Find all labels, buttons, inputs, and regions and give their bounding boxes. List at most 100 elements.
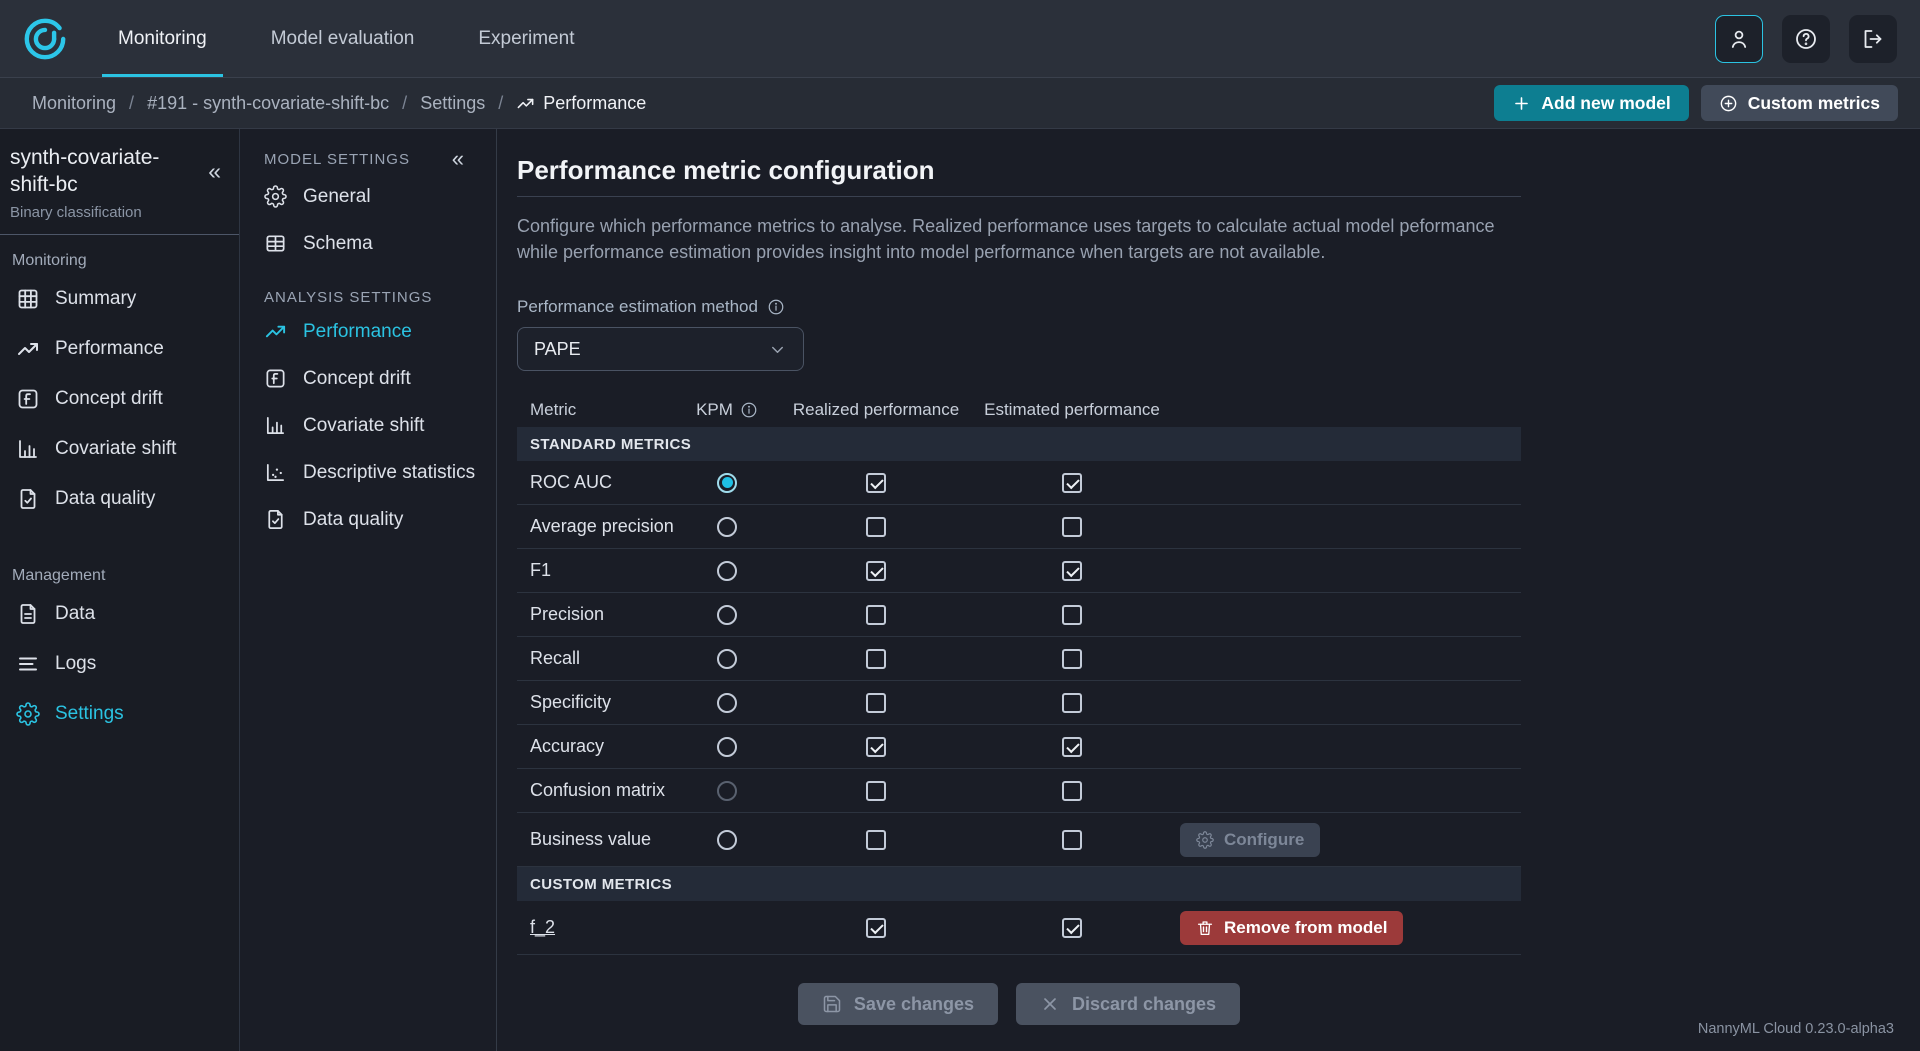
metric-row: f_2 Remove from model <box>517 901 1521 955</box>
breadcrumb-model[interactable]: #191 - synth-covariate-shift-bc <box>147 93 389 114</box>
kpm-radio[interactable] <box>717 693 737 713</box>
estimated-performance-checkbox[interactable] <box>1062 781 1082 801</box>
sidebar-item-data[interactable]: Data <box>0 589 239 639</box>
primary-tabs: Monitoring Model evaluation Experiment <box>114 0 578 77</box>
kpm-radio[interactable] <box>717 517 737 537</box>
table-section-header: CUSTOM METRICS <box>517 867 1521 901</box>
app-version: NannyML Cloud 0.23.0-alpha3 <box>1698 1021 1894 1037</box>
kpm-radio[interactable] <box>717 649 737 669</box>
user-button[interactable] <box>1715 15 1763 63</box>
realized-performance-checkbox[interactable] <box>866 737 886 757</box>
sidebar-item-logs[interactable]: Logs <box>0 639 239 689</box>
save-changes-button[interactable]: Save changes <box>798 983 998 1025</box>
discard-changes-button[interactable]: Discard changes <box>1016 983 1240 1025</box>
sidebar-item-concept-drift[interactable]: Concept drift <box>0 374 239 424</box>
realized-performance-checkbox[interactable] <box>866 561 886 581</box>
collapse-settings-sidebar-icon[interactable]: « <box>446 147 470 171</box>
estimated-performance-checkbox[interactable] <box>1062 737 1082 757</box>
metric-label: ROC AUC <box>530 472 612 492</box>
realized-performance-checkbox[interactable] <box>866 781 886 801</box>
realized-performance-checkbox[interactable] <box>866 918 886 938</box>
remove-from-model-button[interactable]: Remove from model <box>1180 911 1403 945</box>
breadcrumb-bar: Monitoring / #191 - synth-covariate-shif… <box>0 78 1920 129</box>
sidebar-item-covariate-shift[interactable]: Covariate shift <box>0 424 239 474</box>
breadcrumb-monitoring[interactable]: Monitoring <box>32 93 116 114</box>
settings-item-general[interactable]: General <box>240 173 496 220</box>
kpm-radio[interactable] <box>717 830 737 850</box>
realized-performance-checkbox[interactable] <box>866 649 886 669</box>
kpm-radio[interactable] <box>717 737 737 757</box>
circle-plus-icon <box>1719 94 1738 113</box>
user-icon <box>1727 27 1751 51</box>
estimated-performance-checkbox[interactable] <box>1062 517 1082 537</box>
metric-label[interactable]: f_2 <box>530 917 555 937</box>
sidebar-item-label: Summary <box>55 288 136 310</box>
column-realized: Realized performance <box>772 400 980 420</box>
sidebar-item-settings[interactable]: Settings <box>0 689 239 739</box>
tab-monitoring[interactable]: Monitoring <box>114 0 211 77</box>
gear-icon <box>16 702 40 726</box>
navbar-actions <box>1715 15 1897 63</box>
table-icon <box>264 232 287 255</box>
estimated-performance-checkbox[interactable] <box>1062 649 1082 669</box>
configure-button[interactable]: Configure <box>1180 823 1320 857</box>
bar-chart-icon <box>16 437 40 461</box>
tab-model-evaluation[interactable]: Model evaluation <box>267 0 419 77</box>
settings-item-performance[interactable]: Performance <box>240 308 496 355</box>
metric-label: Average precision <box>530 516 674 536</box>
estimation-method-label: Performance estimation method <box>517 297 758 317</box>
realized-performance-checkbox[interactable] <box>866 473 886 493</box>
realized-performance-checkbox[interactable] <box>866 693 886 713</box>
sidebar-item-summary[interactable]: Summary <box>0 274 239 324</box>
help-icon <box>1794 27 1818 51</box>
sidebar-item-data-quality[interactable]: Data quality <box>0 474 239 524</box>
estimated-performance-checkbox[interactable] <box>1062 693 1082 713</box>
model-sidebar: synth-covariate-shift-bc « Binary classi… <box>0 129 240 1051</box>
logout-button[interactable] <box>1849 15 1897 63</box>
estimated-performance-checkbox[interactable] <box>1062 918 1082 938</box>
estimation-method-select[interactable]: PAPE <box>517 327 804 371</box>
settings-item-schema[interactable]: Schema <box>240 220 496 267</box>
kpm-radio[interactable] <box>717 473 737 493</box>
metric-label: Confusion matrix <box>530 780 665 800</box>
page-description: Configure which performance metrics to a… <box>517 213 1517 265</box>
trash-icon <box>1196 919 1214 937</box>
settings-item-data-quality[interactable]: Data quality <box>240 496 496 543</box>
metric-label: F1 <box>530 560 551 580</box>
column-metric: Metric <box>517 400 682 420</box>
document-icon <box>16 602 40 626</box>
page-title: Performance metric configuration <box>517 155 1521 186</box>
add-new-model-button[interactable]: Add new model <box>1494 85 1688 121</box>
settings-item-covariate-shift[interactable]: Covariate shift <box>240 402 496 449</box>
settings-item-concept-drift[interactable]: Concept drift <box>240 355 496 402</box>
breadcrumb-separator: / <box>129 93 134 114</box>
estimated-performance-checkbox[interactable] <box>1062 473 1082 493</box>
realized-performance-checkbox[interactable] <box>866 605 886 625</box>
estimated-performance-checkbox[interactable] <box>1062 830 1082 850</box>
info-icon[interactable] <box>767 298 785 316</box>
info-icon[interactable] <box>740 401 758 419</box>
settings-item-descriptive-statistics[interactable]: Descriptive statistics <box>240 449 496 496</box>
document-check-icon <box>16 487 40 511</box>
sidebar-section-management: Management <box>0 550 239 589</box>
trend-icon <box>264 320 287 343</box>
collapse-model-sidebar-icon[interactable]: « <box>202 159 227 184</box>
breadcrumb-settings[interactable]: Settings <box>420 93 485 114</box>
metrics-table-header: Metric KPM Realized performance Estimate… <box>517 393 1521 427</box>
kpm-radio[interactable] <box>717 605 737 625</box>
custom-metrics-button[interactable]: Custom metrics <box>1701 85 1898 121</box>
estimated-performance-checkbox[interactable] <box>1062 605 1082 625</box>
kpm-radio[interactable] <box>717 561 737 581</box>
estimated-performance-checkbox[interactable] <box>1062 561 1082 581</box>
realized-performance-checkbox[interactable] <box>866 830 886 850</box>
tab-experiment[interactable]: Experiment <box>474 0 578 77</box>
bar-chart-icon <box>264 414 287 437</box>
realized-performance-checkbox[interactable] <box>866 517 886 537</box>
kpm-radio[interactable] <box>717 781 737 801</box>
sidebar-item-performance[interactable]: Performance <box>0 324 239 374</box>
document-check-icon <box>264 508 287 531</box>
model-name: synth-covariate-shift-bc <box>10 144 188 198</box>
help-button[interactable] <box>1782 15 1830 63</box>
top-navbar: Monitoring Model evaluation Experiment <box>0 0 1920 78</box>
nannyml-logo-icon[interactable] <box>22 16 68 62</box>
